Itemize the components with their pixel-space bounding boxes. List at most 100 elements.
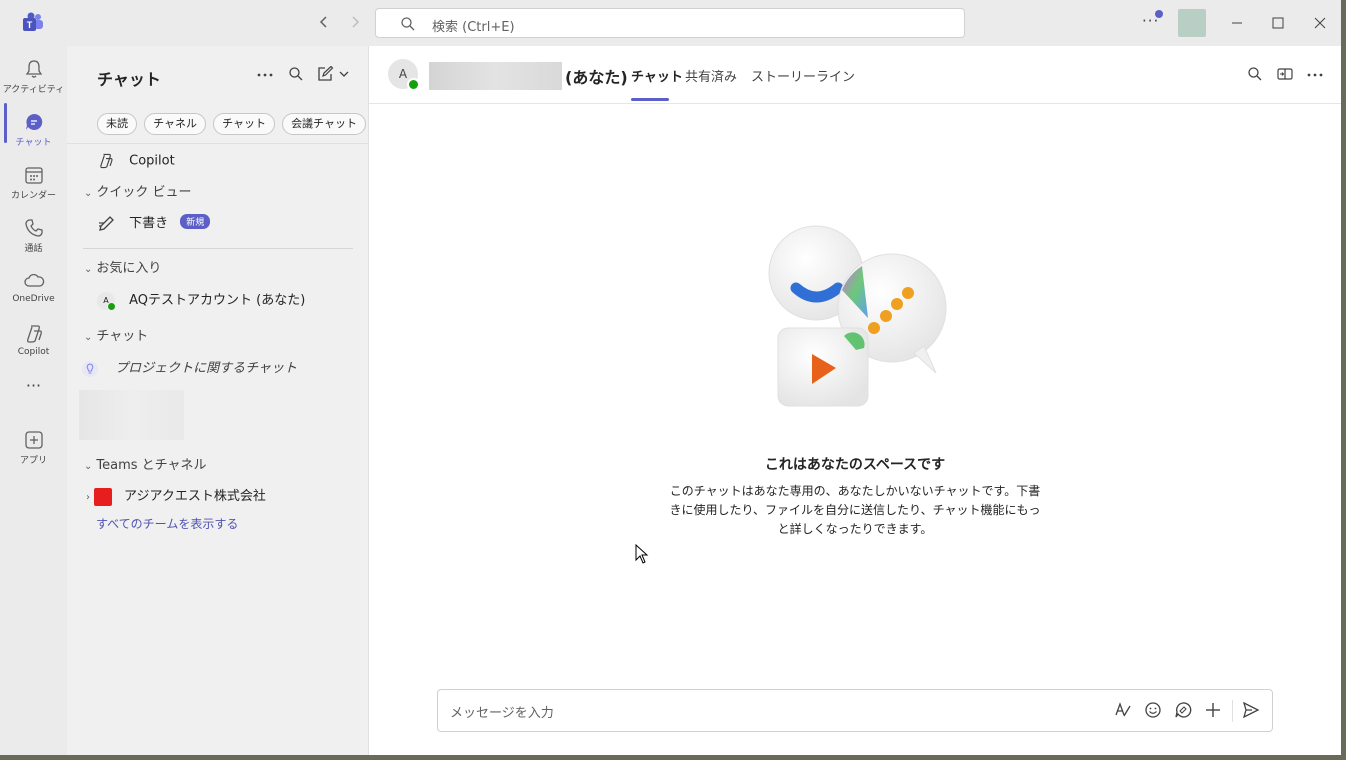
you-label: (あなた) (565, 68, 628, 87)
chat-name: プロジェクトに関するチャット (115, 361, 298, 376)
copilot-icon (26, 325, 42, 343)
rail-label: チャット (15, 138, 52, 148)
team-name: アジアクエスト株式会社 (124, 489, 266, 504)
bell-icon (25, 60, 42, 78)
rail-item-activity[interactable]: アクティビティ (0, 52, 67, 104)
filter-pills: 未読 チャネル チャット 会議チャット (97, 112, 368, 135)
chat-main: A (あなた) チャット 共有済み ストーリーライン これはあなたのスペースです… (369, 46, 1341, 755)
tab-chat[interactable]: チャット (631, 66, 683, 85)
redacted-user-name (429, 62, 562, 90)
tab-shared[interactable]: 共有済み (685, 66, 737, 85)
copilot-label: Copilot (129, 153, 175, 169)
forward-icon[interactable] (349, 14, 361, 33)
team-logo (94, 487, 112, 506)
section-chats[interactable]: ⌄ チャット (84, 325, 148, 344)
title-bar: T 検索 (Ctrl+E) ··· (0, 0, 1341, 46)
maximize-icon[interactable] (1267, 12, 1289, 34)
chevron-down-icon: ⌄ (84, 188, 93, 199)
more-options-icon[interactable] (257, 72, 273, 78)
profile-avatar[interactable] (1178, 9, 1206, 37)
divider (67, 143, 368, 144)
app-rail: アクティビティ チャット カレンダー 通話 OneDrive Copilot ·… (0, 46, 67, 755)
project-chat-item[interactable]: プロジェクトに関するチャット (81, 357, 297, 378)
empty-state-description: このチャットはあなた専用の、あなたしかいないチャットです。下書きに使用したり、フ… (669, 484, 1041, 536)
message-compose-box[interactable]: メッセージを入力 (437, 689, 1273, 732)
new-chat-icon[interactable] (317, 66, 351, 82)
section-label: お気に入り (96, 261, 162, 276)
rail-item-apps[interactable]: アプリ (0, 423, 67, 475)
welcome-illustration (768, 225, 947, 407)
rail-item-calendar[interactable]: カレンダー (0, 158, 67, 210)
chevron-down-icon: ⌄ (84, 332, 93, 343)
search-icon[interactable] (1247, 66, 1263, 82)
notification-dot (1155, 10, 1163, 18)
empty-state-title: これはあなたのスペースです (764, 457, 946, 473)
filter-channels[interactable]: チャネル (144, 113, 206, 135)
calendar-icon (24, 167, 43, 184)
section-favorites[interactable]: ⌄ お気に入り (84, 257, 161, 276)
filter-meeting-chats[interactable]: 会議チャット (282, 113, 366, 135)
rail-item-calls[interactable]: 通話 (0, 211, 67, 263)
add-app-icon (24, 431, 43, 449)
search-box[interactable]: 検索 (Ctrl+E) (375, 8, 965, 38)
pane-title: チャット (97, 70, 161, 89)
close-icon[interactable] (1309, 12, 1331, 34)
drafts-item[interactable]: 下書き 新規 (97, 212, 211, 233)
loop-component-icon[interactable] (1174, 701, 1192, 719)
favorite-chat-item[interactable]: A AQテストアカウント (あなた) (97, 289, 306, 311)
avatar: A (97, 291, 116, 311)
search-icon (401, 17, 415, 31)
minimize-icon[interactable] (1226, 12, 1248, 34)
teams-logo-icon: T (23, 12, 43, 31)
back-icon[interactable] (318, 14, 330, 33)
rail-label: アクティビティ (2, 85, 65, 95)
rail-item-copilot[interactable]: Copilot (0, 317, 67, 369)
drafts-label: 下書き (129, 216, 169, 231)
tab-storyline[interactable]: ストーリーライン (751, 66, 855, 85)
add-icon[interactable] (1204, 701, 1222, 719)
section-label: クイック ビュー (96, 185, 192, 200)
redacted-chat-item[interactable] (79, 390, 184, 440)
rail-label: アプリ (19, 456, 47, 466)
rail-label: カレンダー (10, 191, 56, 201)
chat-list-pane: チャット 未読 チャネル チャット 会議チャット Copilot ⌄ クイック … (67, 46, 369, 755)
rail-label: OneDrive (12, 294, 55, 304)
more-options-icon[interactable] (1307, 72, 1323, 78)
show-all-teams-link[interactable]: すべてのチームを表示する (96, 515, 238, 532)
divider (1232, 700, 1233, 722)
header-divider (369, 103, 1341, 104)
presence-available-icon (107, 301, 116, 311)
rail-label: Copilot (17, 347, 50, 357)
popout-icon[interactable] (1277, 66, 1293, 82)
filter-chats[interactable]: チャット (213, 113, 275, 135)
emoji-icon[interactable] (1144, 701, 1162, 719)
active-tab-indicator (631, 98, 669, 101)
section-quick-view[interactable]: ⌄ クイック ビュー (84, 181, 192, 200)
send-icon[interactable] (1242, 701, 1260, 719)
search-placeholder: 検索 (Ctrl+E) (432, 20, 515, 35)
search-icon[interactable] (288, 66, 304, 82)
svg-text:T: T (27, 20, 33, 30)
avatar[interactable]: A (388, 59, 420, 91)
team-item[interactable]: › アジアクエスト株式会社 (86, 485, 266, 506)
rail-item-onedrive[interactable]: OneDrive (0, 264, 67, 316)
teams-window: T 検索 (Ctrl+E) ··· アクティビティ チャット カレンダー 通話 … (0, 0, 1341, 755)
divider (83, 248, 353, 249)
format-icon[interactable] (1114, 701, 1132, 719)
copilot-item[interactable]: Copilot (97, 152, 175, 170)
presence-available-icon (407, 78, 420, 91)
rail-item-chat[interactable]: チャット (0, 105, 67, 157)
section-teams[interactable]: ⌄ Teams とチャネル (84, 454, 207, 473)
more-icon: ··· (25, 376, 42, 395)
chevron-down-icon: ⌄ (84, 264, 93, 275)
compose-placeholder: メッセージを入力 (450, 706, 554, 721)
chevron-down-icon: ⌄ (84, 461, 93, 472)
rail-item-more[interactable]: ··· (0, 372, 67, 402)
section-label: チャット (96, 329, 149, 344)
copilot-icon (100, 153, 113, 169)
draft-pen-icon (99, 215, 114, 231)
chevron-right-icon: › (86, 492, 90, 503)
phone-icon (24, 219, 43, 237)
filter-unread[interactable]: 未読 (97, 113, 137, 135)
chat-name: AQテストアカウント (あなた) (129, 293, 306, 308)
